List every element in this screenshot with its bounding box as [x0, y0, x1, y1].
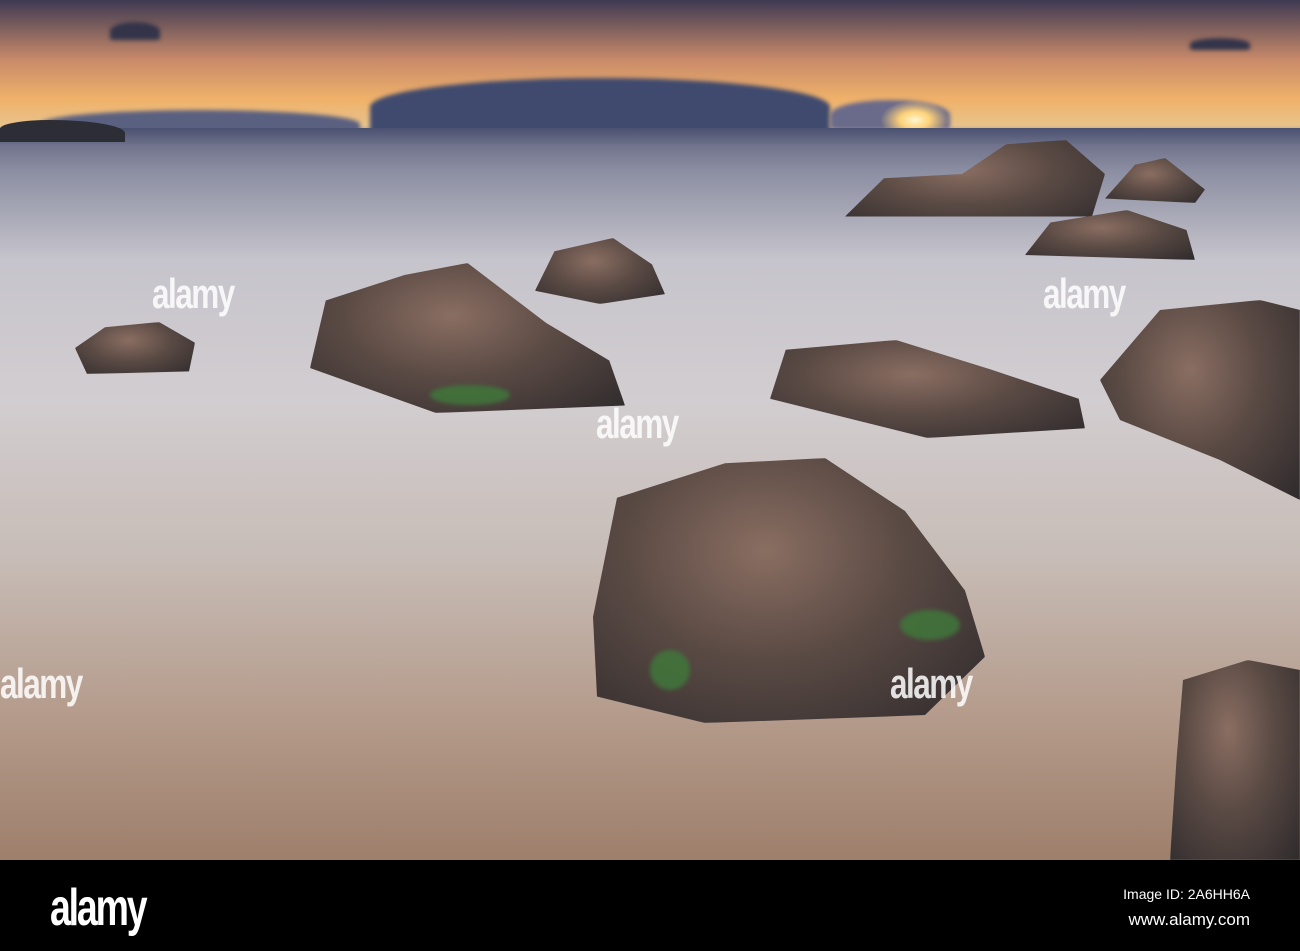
watermark: alamy: [596, 400, 679, 447]
rock: [75, 322, 195, 374]
cloud: [1190, 38, 1250, 50]
alamy-logo: alamy: [50, 879, 148, 937]
footer-bar: [0, 860, 1300, 951]
rock: [1105, 158, 1205, 203]
rock: [770, 340, 1085, 438]
watermark: alamy: [890, 660, 973, 707]
photo: alamy alamy alamy alamy alamy: [0, 0, 1300, 860]
horizon: [0, 128, 1300, 144]
watermark: alamy: [0, 660, 83, 707]
cloud: [110, 22, 160, 40]
rock: [535, 238, 665, 304]
rock: [1025, 210, 1195, 260]
rock: [1100, 300, 1300, 500]
watermark: alamy: [152, 270, 235, 317]
image-id: Image ID: 2A6HH6A: [1123, 886, 1250, 902]
website-url: www.alamy.com: [1128, 910, 1250, 929]
rock: [1170, 660, 1300, 860]
watermark: alamy: [1043, 270, 1126, 317]
moss: [650, 650, 690, 690]
rock: [845, 140, 1105, 217]
moss: [900, 610, 960, 640]
moss: [430, 385, 510, 405]
